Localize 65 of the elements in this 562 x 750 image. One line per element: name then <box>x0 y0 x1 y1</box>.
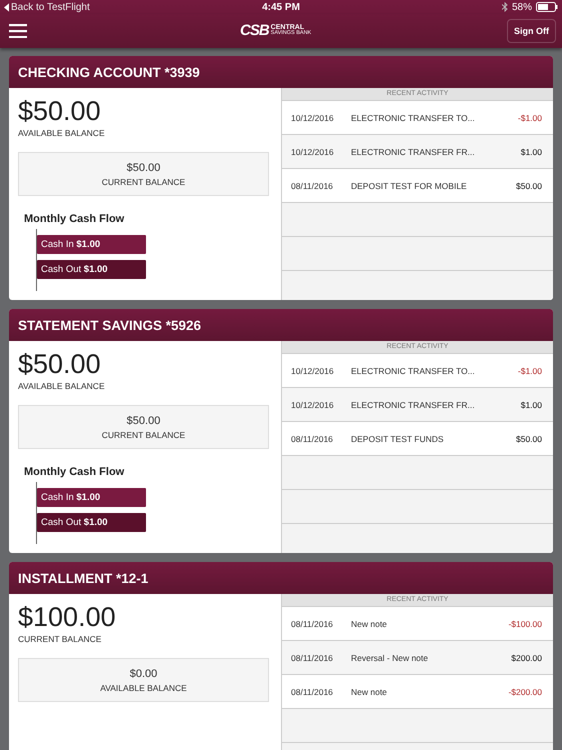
menu-icon[interactable] <box>9 24 27 38</box>
account-title: STATEMENT SAVINGS *5926 <box>18 318 202 332</box>
activity-amount: -$100.00 <box>508 618 542 628</box>
activity-description: ELECTRONIC TRANSFER FR... <box>351 146 476 156</box>
balance-label: AVAILABLE BALANCE <box>18 128 106 138</box>
activity-date: 10/12/2016 <box>291 112 335 122</box>
activity-description: New note <box>351 618 388 628</box>
cash-flow-bar: Cash In $1.00 <box>37 235 146 254</box>
account-title: INSTALLMENT *12-1 <box>18 570 148 586</box>
activity-row[interactable]: 08/11/2016 New note -$100.00 <box>282 607 553 641</box>
balance-amount: $50.00 <box>18 349 102 379</box>
activity-row[interactable]: 08/11/2016 New note -$200.00 <box>282 675 553 709</box>
account-header[interactable]: INSTALLMENT *12-1 <box>9 562 553 594</box>
account-title: CHECKING ACCOUNT *3939 <box>18 64 200 80</box>
activity-description: ELECTRONIC TRANSFER TO... <box>351 112 476 122</box>
secondary-balance-amount: $0.00 <box>130 668 158 680</box>
account-header[interactable]: CHECKING ACCOUNT *3939 <box>9 56 553 88</box>
secondary-balance-amount: $50.00 <box>126 414 160 426</box>
activity-row[interactable]: 10/12/2016 ELECTRONIC TRANSFER TO... -$1.00 <box>282 354 553 388</box>
bluetooth-icon <box>502 2 508 12</box>
clock-time: 4:45 PM <box>262 2 300 12</box>
cash-flow-bar: Cash Out $1.00 <box>37 513 146 532</box>
activity-row[interactable]: 10/12/2016 ELECTRONIC TRANSFER TO... -$1.00 <box>282 101 553 135</box>
secondary-balance-amount: $50.00 <box>126 162 160 174</box>
back-arrow-icon <box>4 2 9 12</box>
cash-flow-title: Monthly Cash Flow <box>24 466 126 478</box>
activity-date: 08/11/2016 <box>291 434 334 444</box>
activity-date: 08/11/2016 <box>291 686 334 696</box>
activity-amount: $50.00 <box>516 434 542 444</box>
activity-amount: $1.00 <box>520 146 542 156</box>
activity-date: 10/12/2016 <box>291 366 335 376</box>
activity-date: 08/11/2016 <box>291 180 334 190</box>
activity-description: New note <box>351 686 388 696</box>
activity-amount: $1.00 <box>520 400 542 410</box>
activity-row[interactable]: 08/11/2016 DEPOSIT TEST FOR MOBILE $50.00 <box>282 169 553 203</box>
balance-amount: $50.00 <box>18 96 102 126</box>
balance-label: CURRENT BALANCE <box>18 634 102 644</box>
activity-date: 08/11/2016 <box>291 618 334 628</box>
activity-amount: -$200.00 <box>508 686 542 696</box>
activity-amount: $200.00 <box>511 652 542 662</box>
activity-description: ELECTRONIC TRANSFER TO... <box>351 366 476 376</box>
account-header[interactable]: STATEMENT SAVINGS *5926 <box>9 309 553 341</box>
activity-description: Reversal - New note <box>351 652 430 662</box>
battery-icon <box>536 2 558 12</box>
activity-description: ELECTRONIC TRANSFER FR... <box>351 400 476 410</box>
cash-flow-bar: Cash Out $1.00 <box>37 260 146 279</box>
battery-percent: 58% <box>512 2 532 12</box>
cash-flow-bar: Cash In $1.00 <box>37 488 146 507</box>
secondary-balance-label: AVAILABLE BALANCE <box>100 682 187 692</box>
activity-amount: -$1.00 <box>518 366 542 376</box>
cash-flow-title: Monthly Cash Flow <box>24 213 126 225</box>
activity-date: 10/12/2016 <box>291 400 335 410</box>
activity-date: 08/11/2016 <box>291 652 334 662</box>
secondary-balance-label: CURRENT BALANCE <box>102 430 186 440</box>
activity-amount: $50.00 <box>516 180 542 190</box>
back-link[interactable]: Back to TestFlight <box>4 2 90 12</box>
activity-date: 10/12/2016 <box>291 146 335 156</box>
secondary-balance-label: CURRENT BALANCE <box>102 176 186 186</box>
activity-row[interactable]: 08/11/2016 DEPOSIT TEST FUNDS $50.00 <box>282 422 553 456</box>
balance-label: AVAILABLE BALANCE <box>18 381 106 391</box>
activity-amount: -$1.00 <box>518 112 542 122</box>
activity-description: DEPOSIT TEST FOR MOBILE <box>351 180 468 190</box>
balance-amount: $100.00 <box>18 602 117 632</box>
sign-off-button[interactable]: Sign Off <box>507 19 556 43</box>
activity-description: DEPOSIT TEST FUNDS <box>351 434 445 444</box>
